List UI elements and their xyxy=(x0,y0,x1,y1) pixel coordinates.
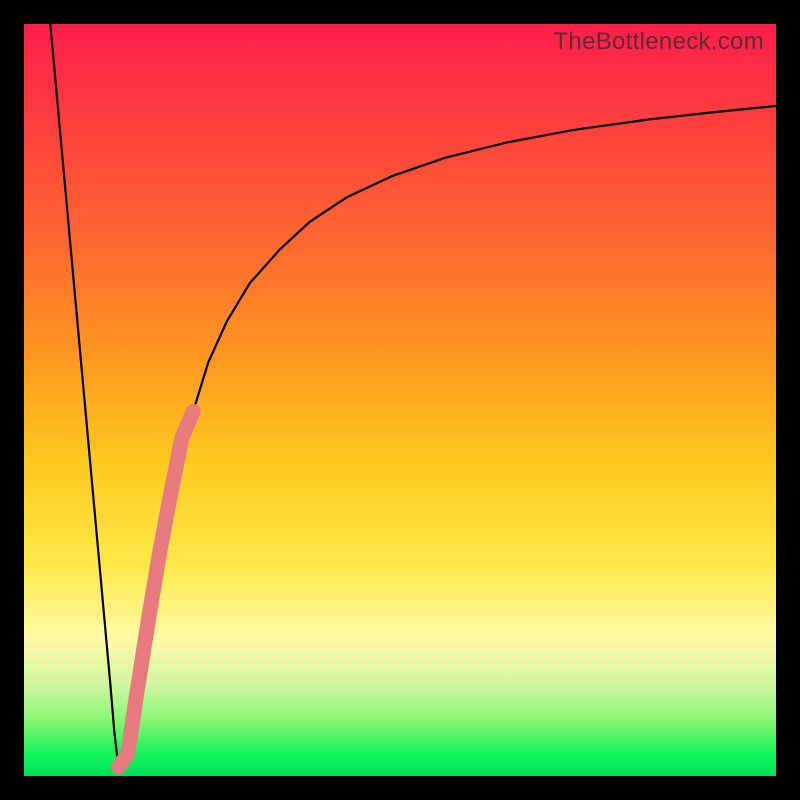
series-right-branch xyxy=(119,106,776,770)
series-left-branch xyxy=(50,24,118,770)
chart-outer-frame: TheBottleneck.com xyxy=(0,0,800,800)
chart-plot-area: TheBottleneck.com xyxy=(24,24,776,776)
chart-lines-layer xyxy=(24,24,776,776)
series-highlight-stroke xyxy=(119,411,193,767)
